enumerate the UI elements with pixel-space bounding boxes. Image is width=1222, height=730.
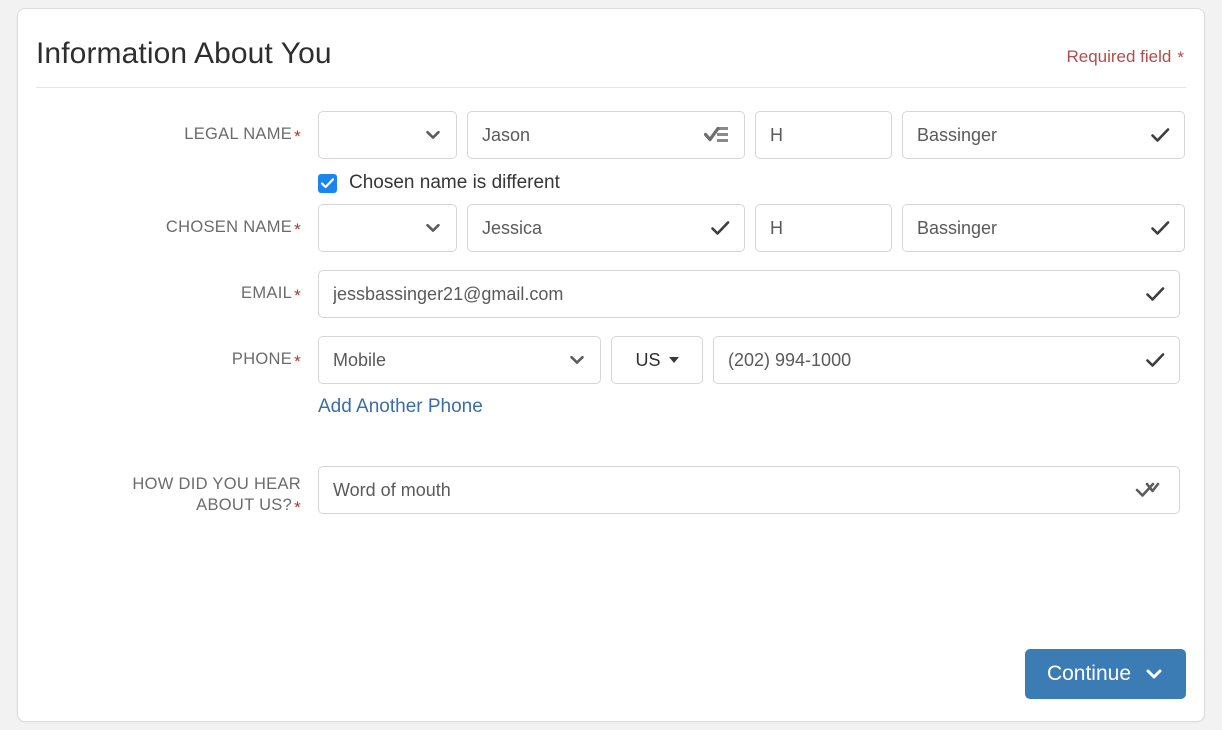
phone-fields: Mobile US (202) 994-1000 Add Another Pho… xyxy=(318,336,1204,418)
continue-button-wrap: Continue xyxy=(1024,649,1186,699)
phone-country-value: US xyxy=(635,349,661,370)
phone-number-value: (202) 994-1000 xyxy=(728,349,852,370)
phone-type-value: Mobile xyxy=(333,349,387,370)
page-title: Information About You xyxy=(36,37,332,70)
legal-name-first-value: Jason xyxy=(482,124,531,145)
chosen-name-last-input[interactable]: Bassinger xyxy=(902,204,1185,252)
email-field-wrap: jessbassinger21@gmail.com xyxy=(318,270,1204,318)
check-icon xyxy=(1151,220,1170,236)
chosen-name-last-value: Bassinger xyxy=(917,217,998,238)
legal-name-label: LEGAL NAME * xyxy=(18,111,318,145)
continue-button[interactable]: Continue xyxy=(1024,649,1186,699)
hear-about-us-field-wrap: Word of mouth xyxy=(318,466,1204,514)
legal-name-middle-input[interactable]: H xyxy=(755,111,892,159)
chosen-name-different-label: Chosen name is different xyxy=(349,172,560,193)
email-row: EMAIL * jessbassinger21@gmail.com xyxy=(18,270,1204,318)
chosen-name-different-checkbox[interactable] xyxy=(318,173,337,193)
legal-name-row: LEGAL NAME * Jason H Bassinger Chosen na… xyxy=(18,111,1204,204)
check-icon xyxy=(1151,127,1170,143)
card-header: Information About You Required field * xyxy=(36,9,1186,88)
phone-type-select[interactable]: Mobile xyxy=(318,336,601,384)
chevron-down-icon xyxy=(424,126,442,144)
chosen-name-required-marker: * xyxy=(294,220,301,239)
email-required-marker: * xyxy=(294,286,301,305)
hear-about-us-label-line2-wrap: ABOUT US? * xyxy=(18,495,301,516)
form-body: LEGAL NAME * Jason H Bassinger Chosen na… xyxy=(18,88,1204,516)
email-input[interactable]: jessbassinger21@gmail.com xyxy=(318,270,1180,318)
required-field-note: Required field * xyxy=(1066,47,1184,68)
check-icon xyxy=(711,220,730,236)
chosen-name-middle-input[interactable]: H xyxy=(755,204,892,252)
chosen-name-different-checkbox-row[interactable]: Chosen name is different xyxy=(318,172,1204,194)
email-label: EMAIL * xyxy=(18,270,318,304)
check-icon xyxy=(1146,286,1165,302)
continue-button-label: Continue xyxy=(1046,662,1131,685)
caret-down-icon xyxy=(668,357,679,363)
add-another-phone-link[interactable]: Add Another Phone xyxy=(318,396,483,417)
phone-country-select[interactable]: US xyxy=(611,336,703,384)
add-another-phone-row: Add Another Phone xyxy=(318,396,1204,418)
check-icon xyxy=(1146,352,1165,368)
phone-required-marker: * xyxy=(294,352,301,371)
chosen-name-first-value: Jessica xyxy=(482,217,543,238)
hear-about-us-value: Word of mouth xyxy=(333,479,451,500)
required-field-asterisk: * xyxy=(1177,48,1184,67)
legal-name-required-marker: * xyxy=(294,127,301,146)
legal-name-first-input[interactable]: Jason xyxy=(467,111,745,159)
legal-name-fields: Jason H Bassinger Chosen name is differe… xyxy=(318,111,1204,204)
chosen-name-fields: Jessica H Bassinger xyxy=(318,204,1204,252)
legal-name-last-input[interactable]: Bassinger xyxy=(902,111,1185,159)
legal-name-middle-value: H xyxy=(770,124,783,145)
chosen-name-label: CHOSEN NAME * xyxy=(18,204,318,238)
chevron-down-icon xyxy=(1144,664,1164,684)
hear-about-us-label-line2: ABOUT US? xyxy=(196,496,293,514)
chevron-down-icon xyxy=(568,351,586,369)
chevron-down-icon xyxy=(424,219,442,237)
form-autofill-icon[interactable] xyxy=(704,125,730,146)
hear-about-us-label: HOW DID YOU HEAR ABOUT US? * xyxy=(18,466,318,516)
required-field-text: Required field xyxy=(1066,47,1172,66)
legal-name-last-value: Bassinger xyxy=(917,124,998,145)
chosen-name-first-input[interactable]: Jessica xyxy=(467,204,745,252)
hear-about-us-row: HOW DID YOU HEAR ABOUT US? * Word of mout… xyxy=(18,466,1204,516)
phone-row: PHONE * Mobile US (202) 994-1000 Add Ano… xyxy=(18,336,1204,418)
chosen-name-label-text: CHOSEN NAME xyxy=(165,218,293,236)
hear-about-us-select[interactable]: Word of mouth xyxy=(318,466,1180,514)
phone-label: PHONE * xyxy=(18,336,318,370)
chosen-name-row: CHOSEN NAME * Jessica H Bassinger xyxy=(18,204,1204,252)
information-about-you-card: Information About You Required field * LE… xyxy=(17,8,1205,722)
chosen-name-prefix-select[interactable] xyxy=(318,204,457,252)
phone-number-input[interactable]: (202) 994-1000 xyxy=(713,336,1180,384)
check-and-chevron-icon xyxy=(1135,480,1165,500)
phone-label-text: PHONE xyxy=(231,350,293,368)
email-label-text: EMAIL xyxy=(241,284,293,302)
hear-about-us-required-marker: * xyxy=(294,498,301,517)
chosen-name-middle-value: H xyxy=(770,217,783,238)
hear-about-us-label-line1: HOW DID YOU HEAR xyxy=(132,475,301,493)
legal-name-label-text: LEGAL NAME xyxy=(184,125,293,143)
email-value: jessbassinger21@gmail.com xyxy=(333,283,564,304)
legal-name-prefix-select[interactable] xyxy=(318,111,457,159)
